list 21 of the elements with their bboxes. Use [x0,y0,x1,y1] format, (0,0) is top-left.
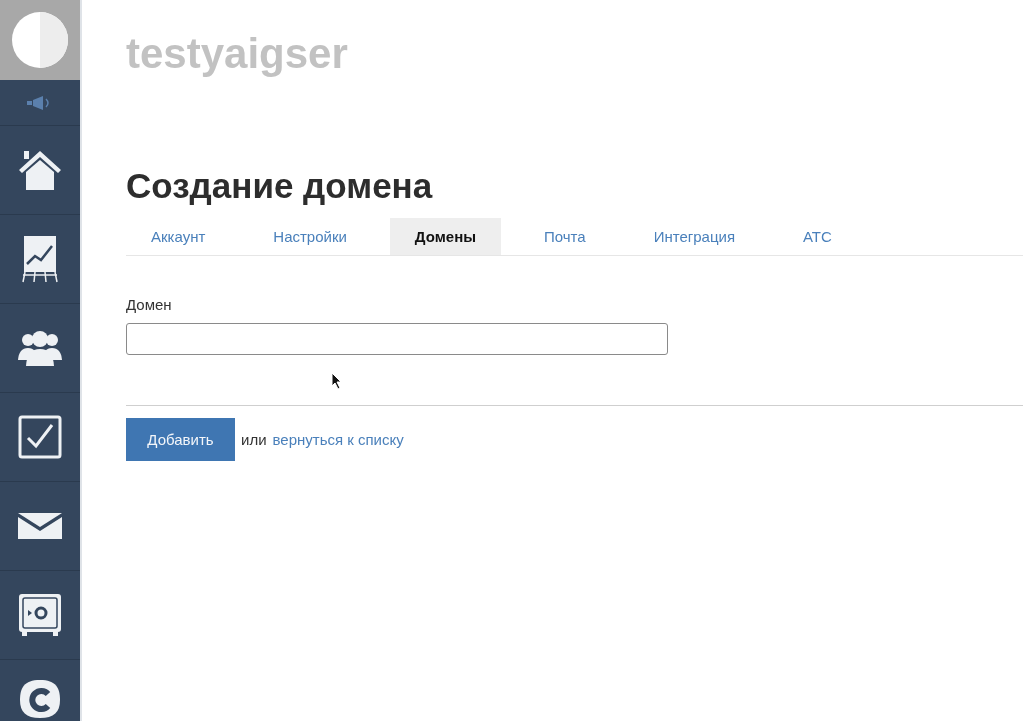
tab[interactable]: АТС [778,218,857,255]
tab[interactable]: Почта [519,218,611,255]
tab[interactable]: Аккаунт [126,218,231,255]
tab[interactable]: Домены [389,218,501,255]
tab[interactable]: Интеграция [628,218,761,255]
tab[interactable]: Настройки [248,218,372,255]
page-heading: Создание домена [126,165,434,207]
checkbox-icon[interactable] [18,415,62,459]
chart-board-icon[interactable] [21,234,59,284]
or-text: или [241,431,267,448]
account-name: testyaigser [126,30,349,78]
home-icon[interactable] [17,148,63,192]
field-label: Домен [126,296,172,313]
safe-icon[interactable] [18,593,62,637]
add-button[interactable]: Добавить [126,418,235,461]
c-logo-icon[interactable] [18,678,62,718]
domain-input-field[interactable] [126,323,668,355]
people-icon[interactable] [17,330,63,366]
back-to-list-link[interactable]: вернуться к списку [272,431,404,448]
mouse-cursor-icon [331,372,343,390]
envelope-icon[interactable] [18,513,62,539]
